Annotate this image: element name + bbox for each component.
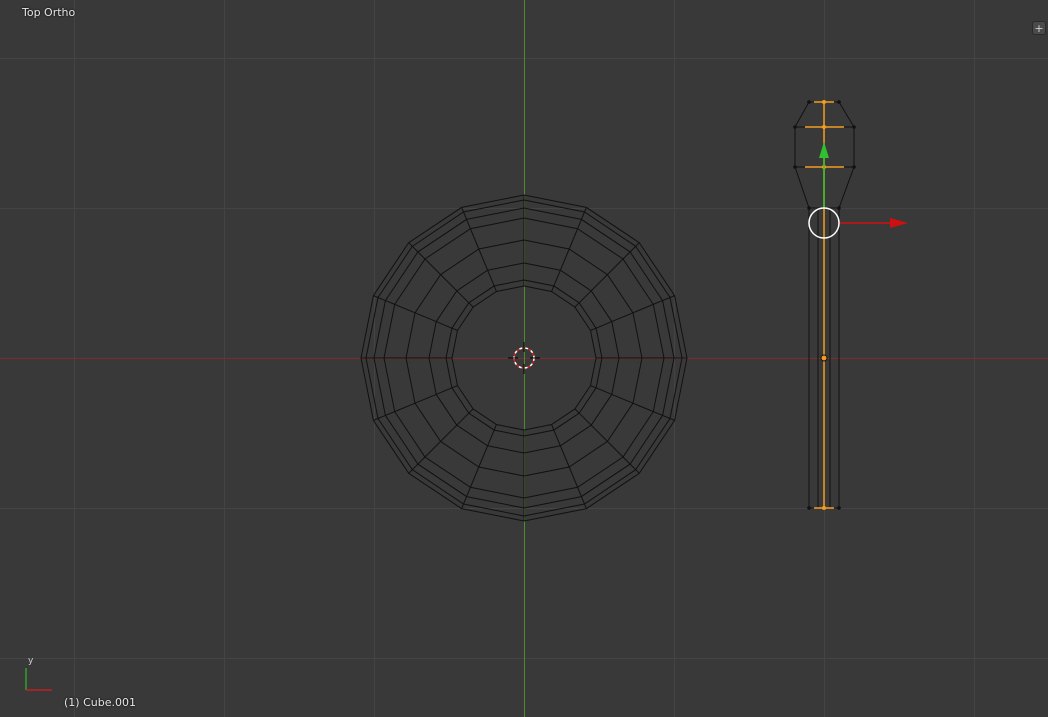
3d-viewport[interactable]: Top Ortho + y (1) Cube.001 bbox=[0, 0, 1048, 717]
origin-point[interactable] bbox=[820, 354, 828, 362]
axis-y-label: y bbox=[28, 656, 34, 666]
object-info-label: (1) Cube.001 bbox=[64, 696, 136, 709]
gizmo-y-arrow-icon[interactable] bbox=[819, 142, 829, 158]
viewport-scene[interactable] bbox=[0, 0, 1048, 717]
toolshelf-toggle-button[interactable]: + bbox=[1032, 21, 1046, 35]
view-label: Top Ortho bbox=[22, 6, 76, 19]
gizmo-x-arrow-icon[interactable] bbox=[890, 218, 908, 228]
axis-orientation-widget bbox=[25, 668, 52, 691]
